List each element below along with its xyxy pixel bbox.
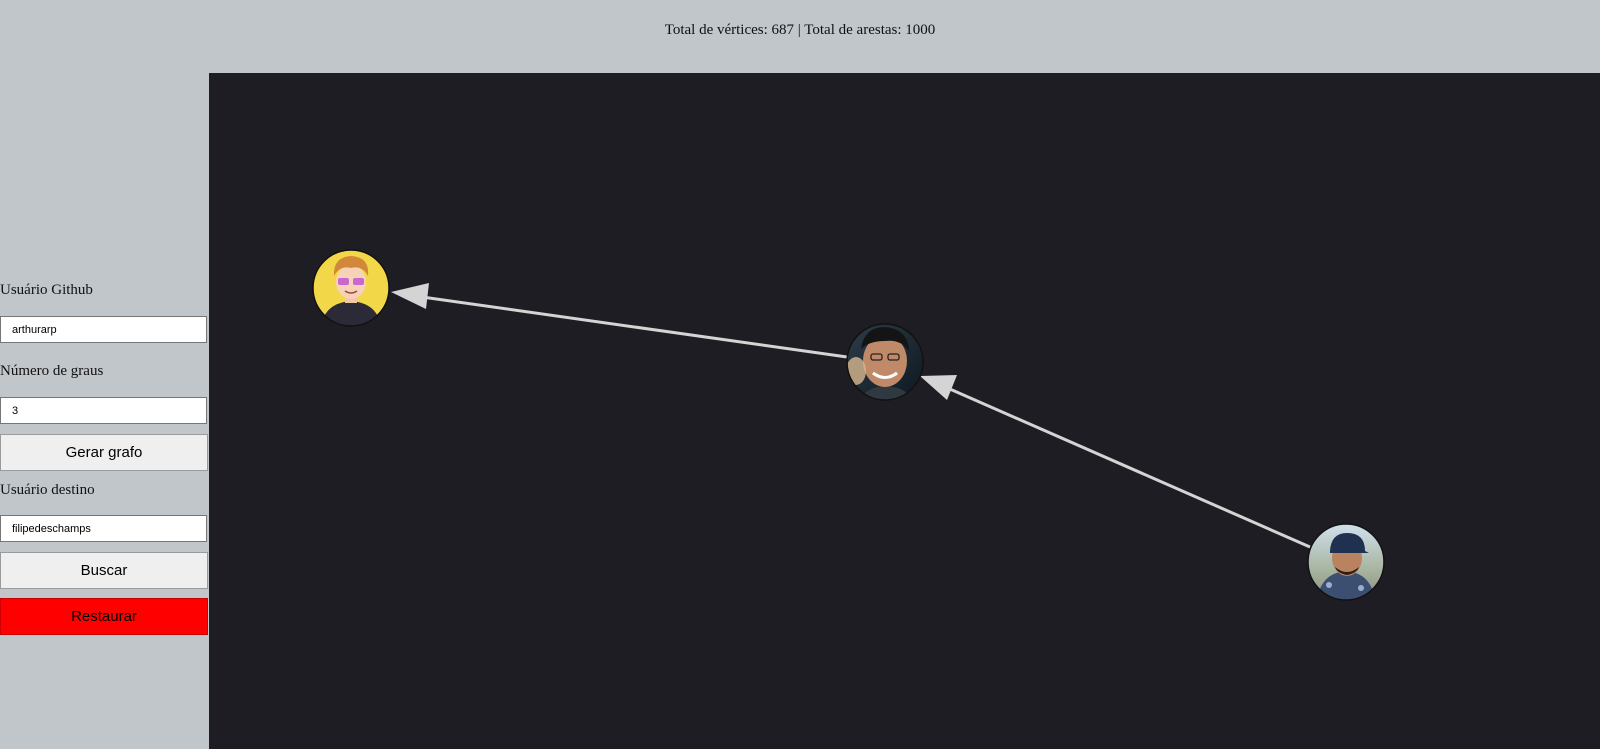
target-user-label: Usuário destino bbox=[0, 482, 95, 498]
reset-button[interactable]: Restaurar bbox=[0, 598, 208, 635]
sidebar: Usuário Github Número de graus Gerar gra… bbox=[0, 73, 209, 749]
generate-graph-button[interactable]: Gerar grafo bbox=[0, 434, 208, 471]
graph-node-avatar-filipedeschamps[interactable] bbox=[1307, 523, 1385, 601]
edge-arrowhead bbox=[920, 375, 957, 400]
graph-svg bbox=[312, 249, 1385, 601]
graph-canvas[interactable] bbox=[209, 73, 1600, 749]
github-user-label: Usuário Github bbox=[0, 282, 93, 298]
graph-edge bbox=[942, 384, 1311, 549]
graph-node-avatar-arthurarp[interactable] bbox=[312, 249, 390, 327]
graph-stats: Total de vértices: 687 | Total de aresta… bbox=[664, 22, 936, 38]
graph-edge bbox=[414, 294, 848, 359]
github-user-input[interactable] bbox=[0, 316, 207, 343]
header: Total de vértices: 687 | Total de aresta… bbox=[0, 0, 1600, 73]
degrees-input[interactable] bbox=[0, 397, 207, 424]
search-button[interactable]: Buscar bbox=[0, 552, 208, 589]
graph-node-avatar-intermediate[interactable] bbox=[846, 323, 924, 401]
target-user-input[interactable] bbox=[0, 515, 207, 542]
degrees-label: Número de graus bbox=[0, 363, 104, 379]
edge-arrowhead bbox=[391, 283, 429, 309]
